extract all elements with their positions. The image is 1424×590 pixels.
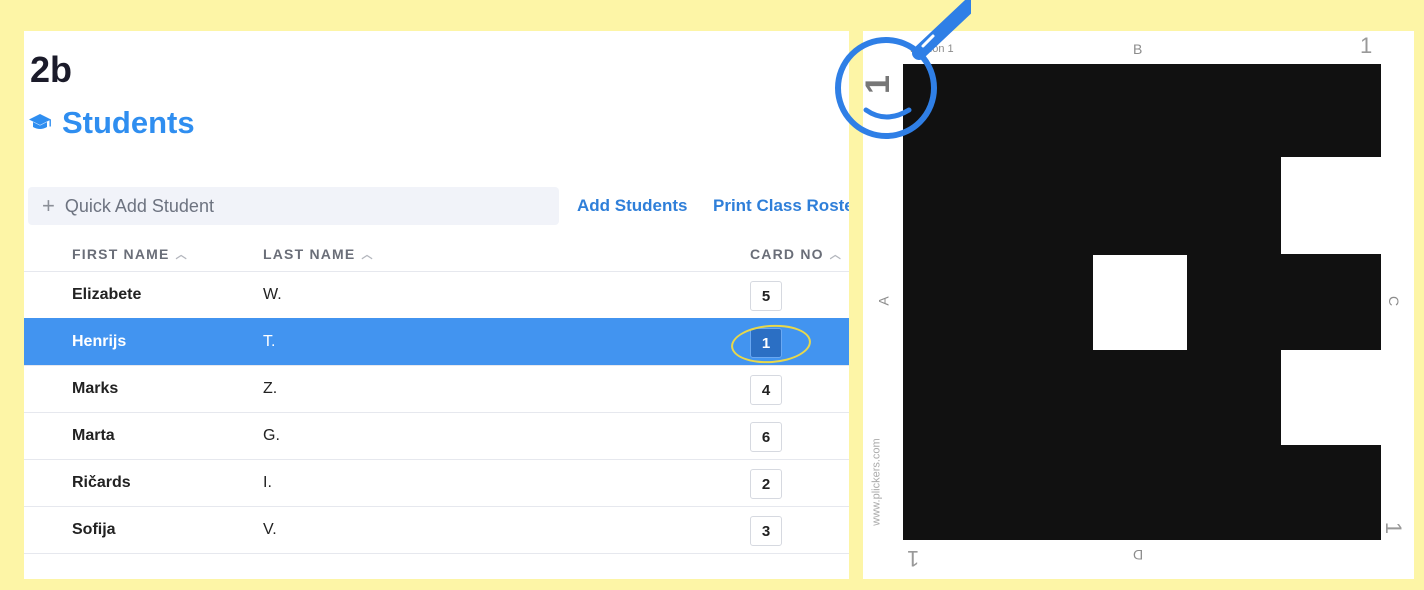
quick-add-placeholder: Quick Add Student	[64, 195, 214, 216]
card-number[interactable]: 3	[750, 516, 782, 546]
last-name: V.	[263, 521, 277, 538]
table-row-selected[interactable]: Henrijs T. 1	[24, 318, 849, 365]
card-website: www.plickers.com	[870, 438, 883, 526]
table-row[interactable]: Sofija V. 3	[24, 506, 849, 553]
column-header-last-name[interactable]: LAST NAME ︿	[263, 246, 374, 262]
card-number-top: 1	[1360, 33, 1373, 58]
column-header-first-name[interactable]: FIRST NAME ︿	[72, 246, 188, 262]
first-name: Sofija	[72, 521, 116, 538]
chevron-up-icon: ︿	[361, 249, 374, 261]
card-number-bottom-right: 1	[1381, 521, 1407, 535]
first-name: Marks	[72, 380, 119, 397]
card-version-label: version 1	[909, 43, 954, 55]
plickers-card-panel: version 1 B 1 A C D 1 1 www.plickers.com…	[863, 31, 1414, 579]
card-side-d: D	[1133, 547, 1144, 563]
first-name: Henrijs	[72, 333, 127, 350]
table-row[interactable]: Marta G. 6	[24, 412, 849, 459]
class-title: 2b	[30, 49, 73, 90]
card-number-large: 1	[863, 75, 898, 94]
quick-add-student-input[interactable]: + Quick Add Student	[28, 187, 559, 225]
card-number[interactable]: 2	[750, 469, 782, 499]
student-table: Elizabete W. 5 Henrijs T. 1 Marks Z. 4 M…	[24, 271, 849, 554]
first-name: Elizabete	[72, 286, 142, 303]
card-number[interactable]: 6	[750, 422, 782, 452]
card-side-b: B	[1133, 41, 1143, 57]
last-name: T.	[263, 333, 276, 350]
section-header: Students	[28, 105, 195, 141]
section-title: Students	[62, 105, 195, 140]
card-side-c: C	[1386, 295, 1403, 307]
column-header-card-no[interactable]: CARD NO ︿	[750, 246, 842, 262]
first-name: Ričards	[72, 474, 131, 491]
card-number[interactable]: 4	[750, 375, 782, 405]
last-name: G.	[263, 427, 280, 444]
card-number-bottom-left: 1	[907, 546, 920, 571]
chevron-up-icon: ︿	[175, 249, 188, 261]
last-name: I.	[263, 474, 272, 491]
plickers-card-pattern	[903, 64, 1381, 540]
table-divider	[24, 553, 849, 554]
print-class-roster-button[interactable]: Print Class Roste	[713, 196, 849, 216]
add-students-button[interactable]: Add Students	[577, 196, 688, 216]
card-side-a: A	[875, 296, 892, 306]
table-row[interactable]: Ričards I. 2	[24, 459, 849, 506]
table-row[interactable]: Marks Z. 4	[24, 365, 849, 412]
plus-icon: +	[42, 193, 55, 218]
table-row[interactable]: Elizabete W. 5	[24, 271, 849, 318]
last-name: W.	[263, 286, 282, 303]
first-name: Marta	[72, 427, 115, 444]
student-list-panel: 2b Students + Quick Add Student Add Stud…	[24, 31, 849, 579]
chevron-up-icon: ︿	[829, 249, 842, 261]
graduation-cap-icon	[29, 114, 51, 129]
last-name: Z.	[263, 380, 278, 397]
card-number[interactable]: 5	[750, 281, 782, 311]
card-number[interactable]: 1	[750, 328, 782, 358]
